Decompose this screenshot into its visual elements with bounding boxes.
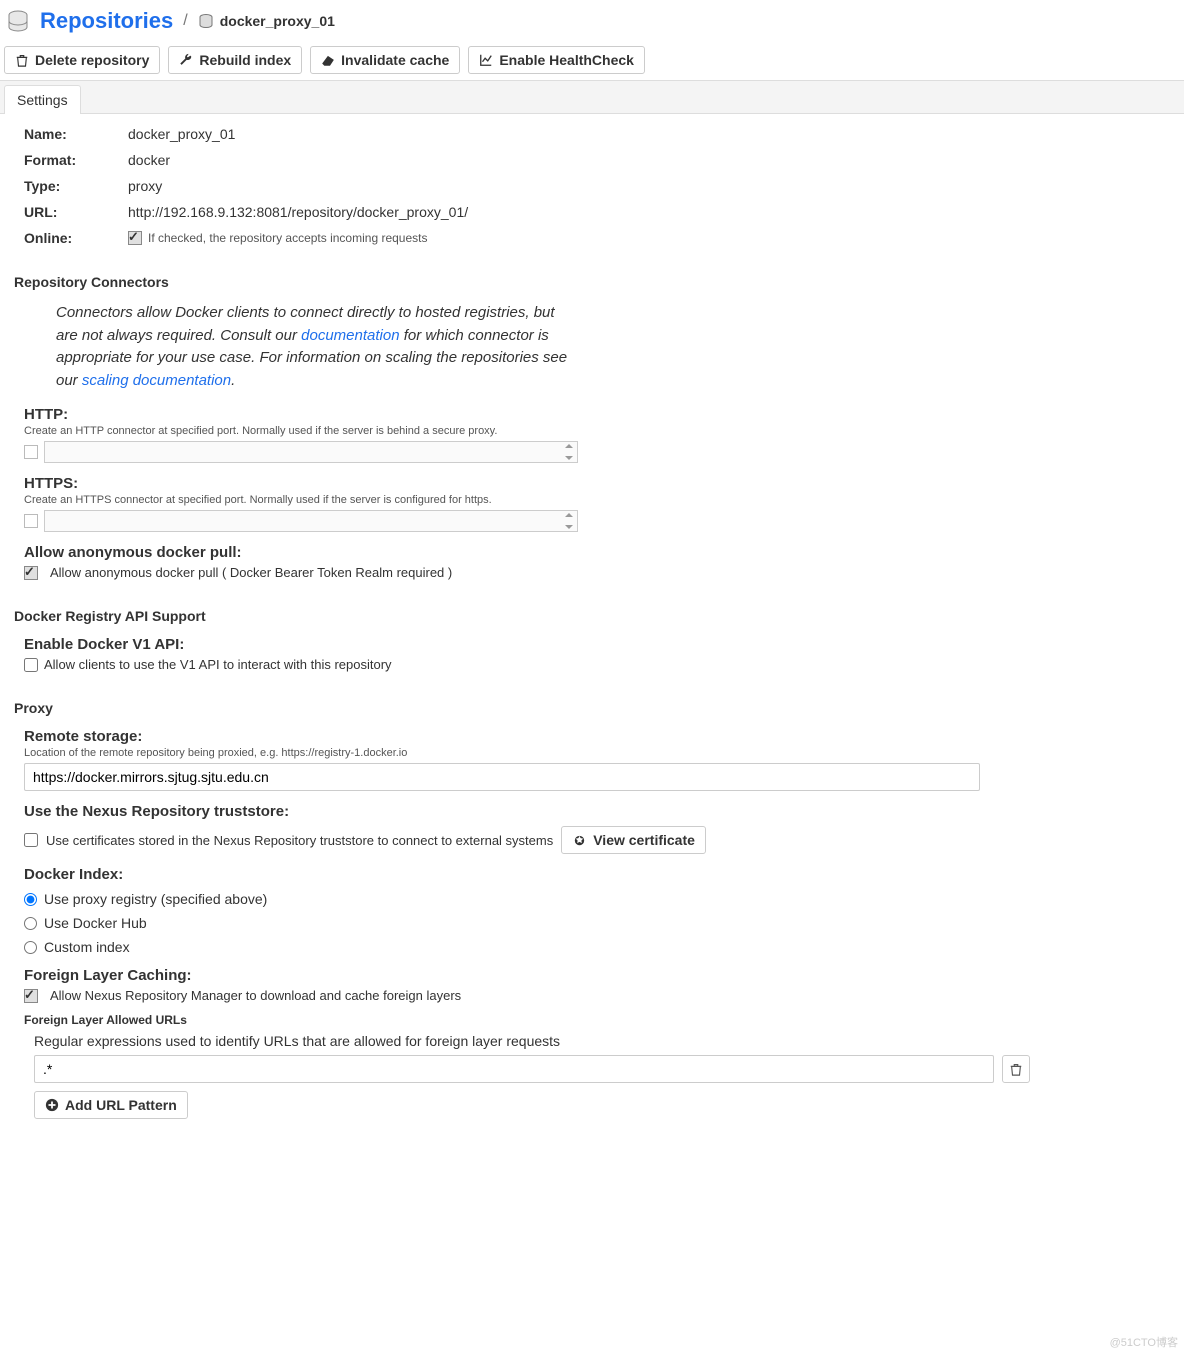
foreign-layer-checkbox[interactable] — [24, 989, 38, 1003]
index-opt2-label: Use Docker Hub — [44, 915, 147, 931]
delete-repository-button[interactable]: Delete repository — [4, 46, 160, 74]
http-hint: Create an HTTP connector at specified po… — [24, 425, 1170, 437]
http-port-input[interactable] — [44, 441, 578, 463]
breadcrumb-separator: / — [183, 12, 187, 30]
index-docker-hub-radio[interactable] — [24, 917, 37, 930]
url-value: http://192.168.9.132:8081/repository/doc… — [128, 204, 468, 220]
truststore-checkbox[interactable] — [24, 833, 38, 847]
name-label: Name: — [24, 126, 128, 142]
truststore-label: Use the Nexus Repository truststore: — [24, 803, 1170, 820]
name-value: docker_proxy_01 — [128, 126, 235, 142]
v1-api-cb-label: Allow clients to use the V1 API to inter… — [44, 657, 392, 672]
repositories-link[interactable]: Repositories — [40, 8, 173, 34]
format-label: Format: — [24, 152, 128, 168]
invalidate-cache-label: Invalidate cache — [341, 52, 449, 68]
connectors-section-header: Repository Connectors — [14, 274, 1170, 290]
enable-healthcheck-label: Enable HealthCheck — [499, 52, 634, 68]
type-value: proxy — [128, 178, 162, 194]
anon-pull-checkbox[interactable] — [24, 566, 38, 580]
v1-api-label: Enable Docker V1 API: — [24, 636, 1170, 653]
https-port-input[interactable] — [44, 510, 578, 532]
https-hint: Create an HTTPS connector at specified p… — [24, 494, 1170, 506]
online-hint: If checked, the repository accepts incom… — [148, 231, 427, 245]
view-certificate-label: View certificate — [593, 832, 695, 848]
repo-icon — [198, 13, 214, 29]
delete-repository-label: Delete repository — [35, 52, 149, 68]
http-enable-checkbox[interactable] — [24, 445, 38, 459]
index-custom-radio[interactable] — [24, 941, 37, 954]
add-url-pattern-label: Add URL Pattern — [65, 1097, 177, 1113]
rebuild-index-label: Rebuild index — [199, 52, 291, 68]
http-label: HTTP: — [24, 406, 1170, 423]
https-enable-checkbox[interactable] — [24, 514, 38, 528]
index-opt1-label: Use proxy registry (specified above) — [44, 891, 267, 907]
https-label: HTTPS: — [24, 475, 1170, 492]
url-label: URL: — [24, 204, 128, 220]
truststore-cb-label: Use certificates stored in the Nexus Rep… — [46, 833, 553, 848]
allowed-urls-desc: Regular expressions used to identify URL… — [34, 1033, 1170, 1049]
online-checkbox[interactable] — [128, 231, 142, 245]
scaling-documentation-link[interactable]: scaling documentation — [82, 372, 231, 389]
add-url-pattern-button[interactable]: Add URL Pattern — [34, 1091, 188, 1119]
index-opt3-label: Custom index — [44, 939, 130, 955]
database-icon — [6, 9, 30, 33]
remove-pattern-button[interactable] — [1002, 1055, 1030, 1083]
enable-healthcheck-button[interactable]: Enable HealthCheck — [468, 46, 645, 74]
remote-storage-hint: Location of the remote repository being … — [24, 747, 1170, 759]
remote-storage-input[interactable] — [24, 763, 980, 791]
type-label: Type: — [24, 178, 128, 194]
proxy-section-header: Proxy — [14, 700, 1170, 716]
foreign-layer-cb-label: Allow Nexus Repository Manager to downlo… — [50, 988, 461, 1003]
eraser-icon — [321, 53, 335, 67]
watermark: @51CTO博客 — [1110, 1334, 1178, 1350]
anon-pull-cb-label: Allow anonymous docker pull ( Docker Bea… — [50, 565, 452, 580]
view-certificate-button[interactable]: View certificate — [561, 826, 706, 854]
rebuild-index-button[interactable]: Rebuild index — [168, 46, 302, 74]
online-label: Online: — [24, 230, 128, 246]
anon-pull-label: Allow anonymous docker pull: — [24, 544, 1170, 561]
trash-icon — [15, 53, 29, 67]
foreign-layer-label: Foreign Layer Caching: — [24, 967, 1170, 984]
trash-icon — [1009, 1062, 1023, 1076]
wrench-icon — [179, 53, 193, 67]
index-proxy-registry-radio[interactable] — [24, 893, 37, 906]
allowed-urls-header: Foreign Layer Allowed URLs — [24, 1013, 1170, 1027]
plus-circle-icon — [45, 1098, 59, 1112]
v1-api-checkbox[interactable] — [24, 658, 38, 672]
chart-icon — [479, 53, 493, 67]
docker-index-label: Docker Index: — [24, 866, 1170, 883]
tab-settings[interactable]: Settings — [4, 85, 81, 114]
remote-storage-label: Remote storage: — [24, 728, 1170, 745]
connectors-help-text: Connectors allow Docker clients to conne… — [56, 302, 576, 392]
format-value: docker — [128, 152, 170, 168]
documentation-link[interactable]: documentation — [301, 327, 399, 344]
registry-api-section-header: Docker Registry API Support — [14, 608, 1170, 624]
breadcrumb-repo-name: docker_proxy_01 — [220, 13, 335, 29]
certificate-icon — [572, 833, 587, 848]
invalidate-cache-button[interactable]: Invalidate cache — [310, 46, 460, 74]
url-pattern-input[interactable] — [34, 1055, 994, 1083]
